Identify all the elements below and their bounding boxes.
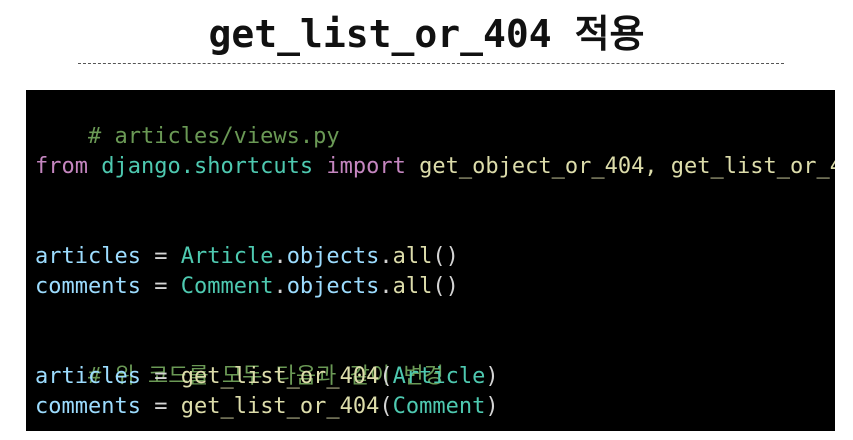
method-name: all <box>392 244 433 269</box>
attribute-name: objects <box>286 244 380 269</box>
assign-operator: = <box>140 394 181 419</box>
class-name: Comment <box>180 274 274 299</box>
variable-name: articles <box>35 364 141 389</box>
dot-operator: . <box>379 274 393 299</box>
code-line-comments-new: comments = get_list_or_404(Comment) <box>35 392 835 422</box>
code-line-change-comment: # 위 코드를 모두 다음과 같이 변경 <box>35 332 835 389</box>
assign-operator: = <box>140 244 181 269</box>
assign-operator: = <box>140 364 181 389</box>
variable-name: comments <box>35 394 141 419</box>
function-name: get_list_or_404 <box>180 394 380 419</box>
close-paren: ) <box>485 364 499 389</box>
code-line-import: from django.shortcuts import get_object_… <box>35 152 835 182</box>
code-line-path-comment: # articles/views.py <box>35 92 835 149</box>
code-line-articles: articles = Article.objects.all() <box>35 242 835 272</box>
dot-operator: . <box>273 274 287 299</box>
close-paren: ) <box>485 394 499 419</box>
variable-name: articles <box>35 244 141 269</box>
code-comment: # articles/views.py <box>87 124 340 149</box>
code-block: # articles/views.py from django.shortcut… <box>26 90 835 431</box>
parentheses: () <box>432 274 459 299</box>
argument-class: Article <box>392 364 486 389</box>
code-line-comments: comments = Comment.objects.all() <box>35 272 835 302</box>
import-keyword: import <box>326 154 406 179</box>
from-keyword: from <box>35 154 88 179</box>
module-name: django.shortcuts <box>101 154 314 179</box>
argument-class: Comment <box>392 394 486 419</box>
dot-operator: . <box>379 244 393 269</box>
slide-title: get_list_or_404 적용 <box>208 12 645 56</box>
imported-names: get_object_or_404, get_list_or_404 <box>419 154 835 179</box>
parentheses: () <box>432 244 459 269</box>
open-paren: ( <box>379 394 393 419</box>
class-name: Article <box>180 244 274 269</box>
variable-name: comments <box>35 274 141 299</box>
function-name: get_list_or_404 <box>180 364 380 389</box>
assign-operator: = <box>140 274 181 299</box>
open-paren: ( <box>379 364 393 389</box>
dot-operator: . <box>273 244 287 269</box>
method-name: all <box>392 274 433 299</box>
code-line-articles-new: articles = get_list_or_404(Article) <box>35 362 835 392</box>
attribute-name: objects <box>286 274 380 299</box>
title-divider <box>78 63 784 64</box>
